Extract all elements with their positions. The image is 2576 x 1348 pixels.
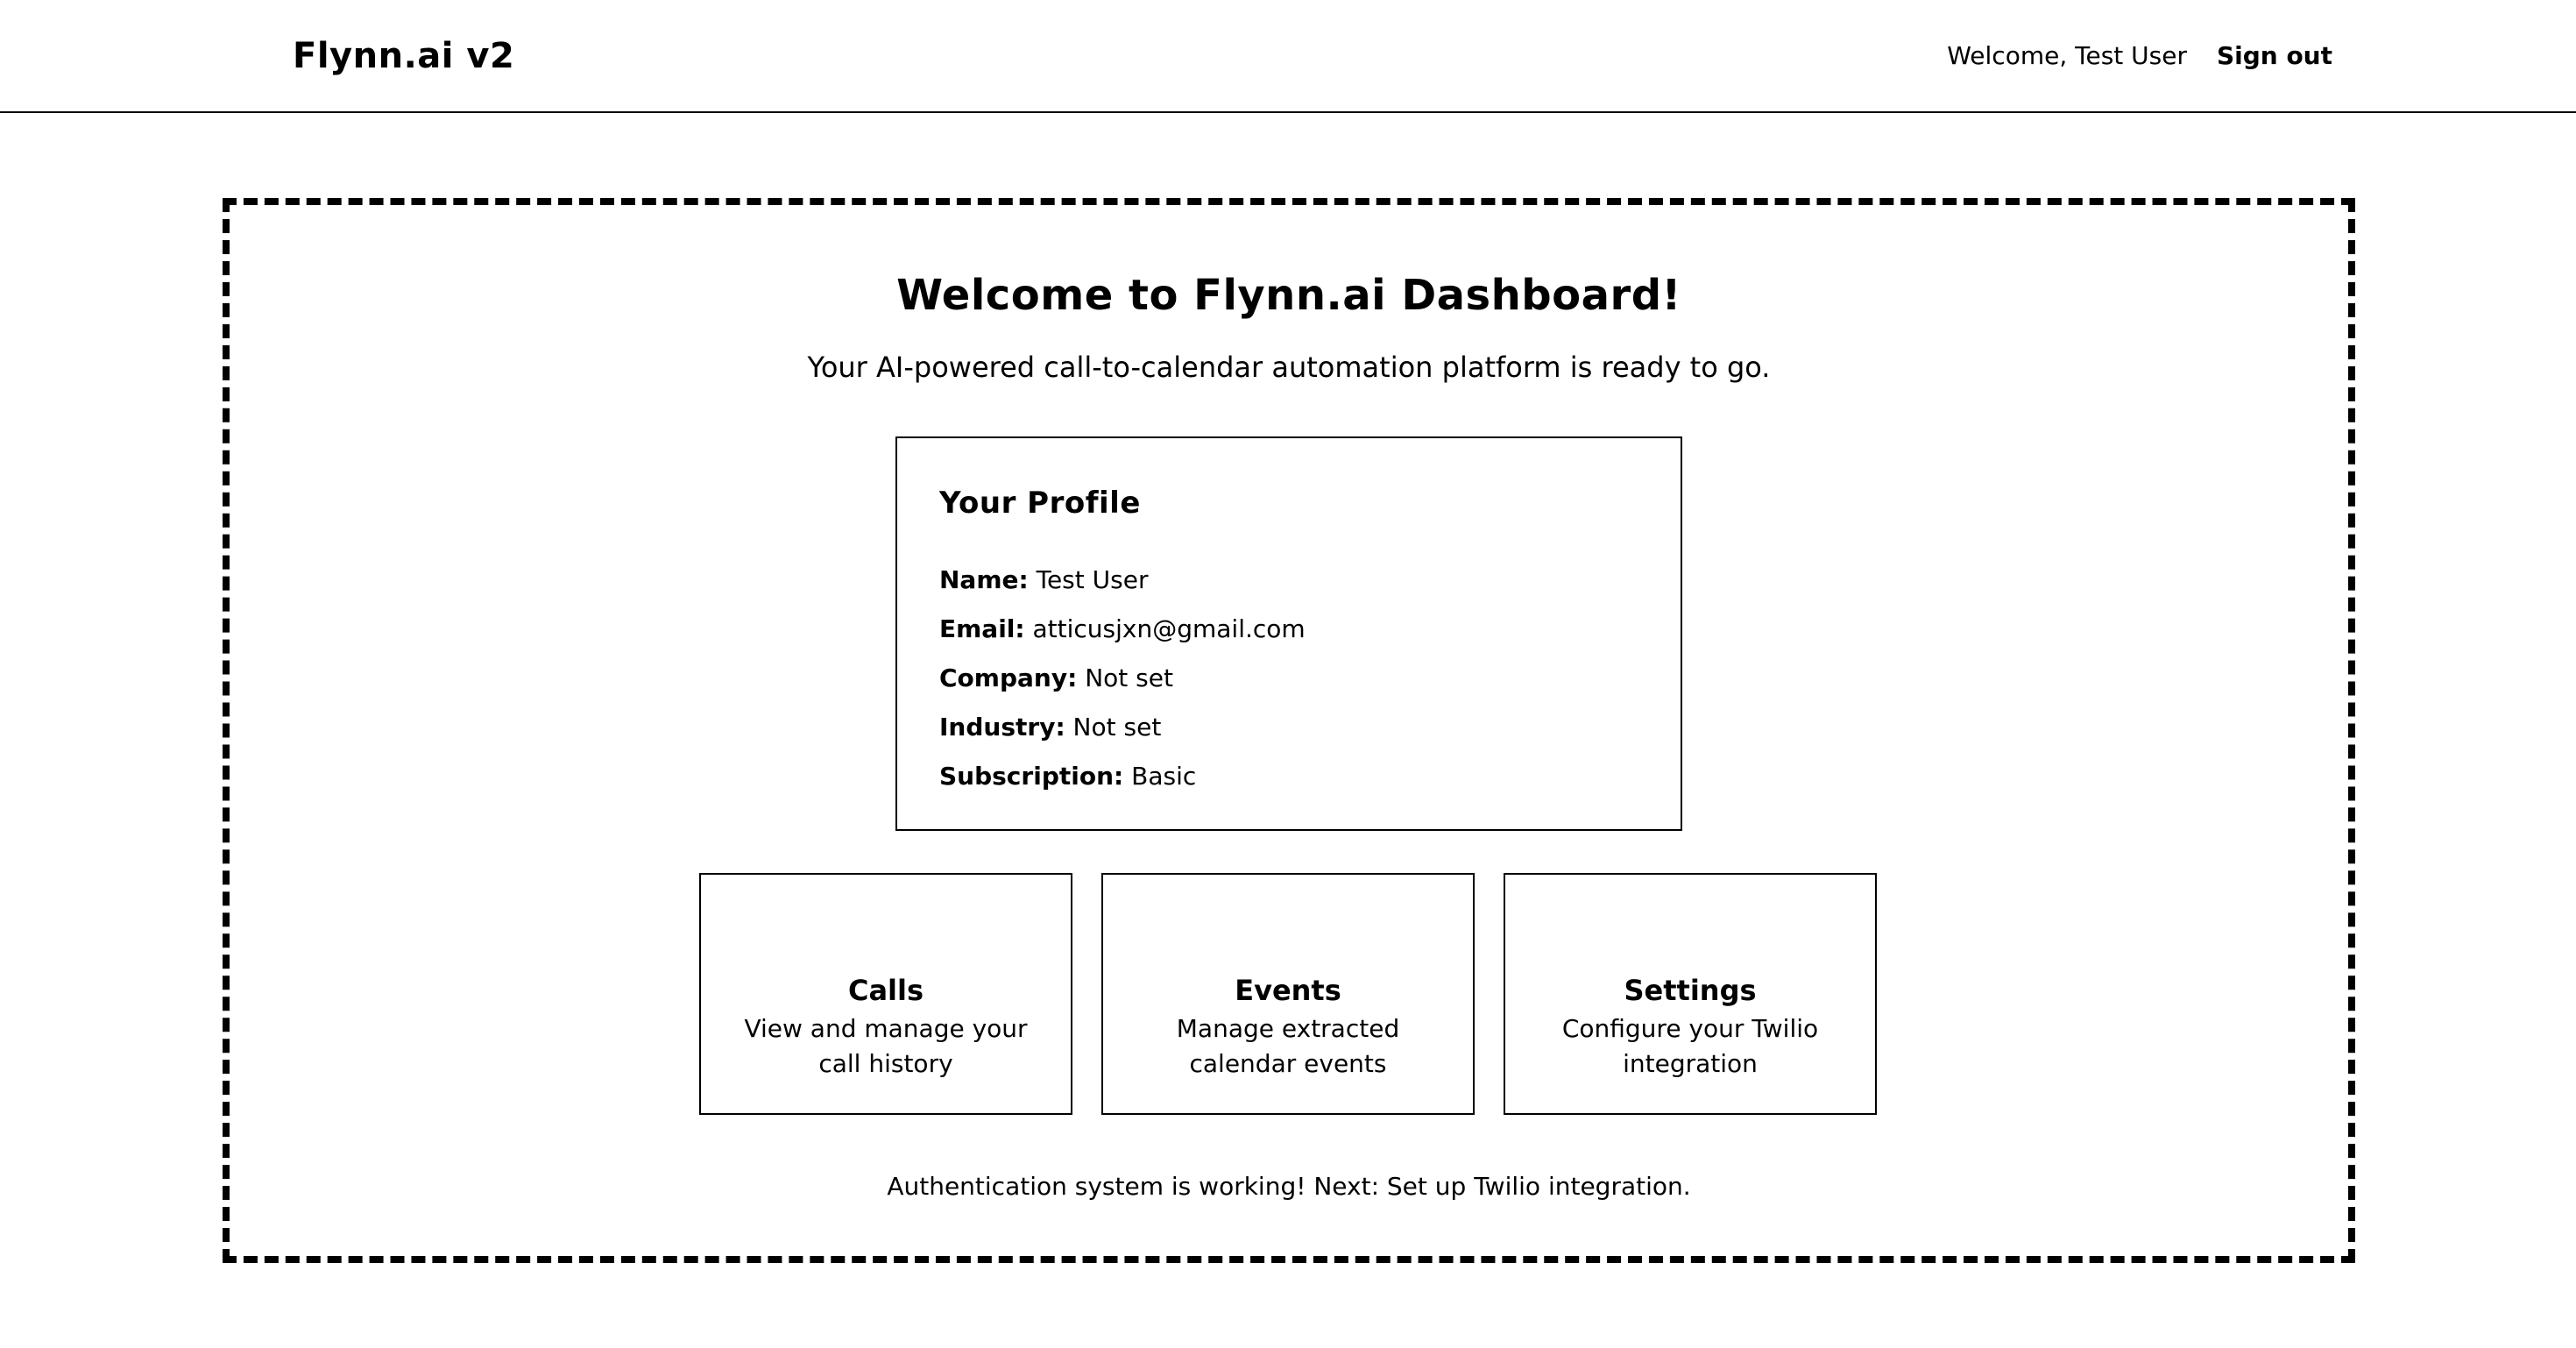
welcome-user-text: Welcome, Test User bbox=[1947, 41, 2187, 70]
profile-field-label: Company: bbox=[939, 663, 1078, 692]
events-card[interactable]: Events Manage extracted calendar events bbox=[1101, 873, 1475, 1115]
settings-card[interactable]: Settings Configure your Twilio integrati… bbox=[1504, 873, 1877, 1115]
profile-field-label: Industry: bbox=[939, 713, 1065, 741]
profile-field-subscription: Subscription: Basic bbox=[939, 752, 1306, 801]
brand-logo-text[interactable]: Flynn.ai v2 bbox=[293, 32, 514, 81]
dashboard-panel: Welcome to Flynn.ai Dashboard! Your AI-p… bbox=[223, 198, 2355, 1263]
top-navigation-bar: Flynn.ai v2 Welcome, Test User Sign out bbox=[0, 0, 2576, 113]
profile-field-value: Basic bbox=[1131, 762, 1197, 791]
events-card-description: Manage extracted calendar events bbox=[1176, 1014, 1400, 1078]
profile-field-email: Email: atticusjxn@gmail.com bbox=[939, 605, 1306, 654]
calls-card-description: View and manage your call history bbox=[744, 1014, 1028, 1078]
settings-card-description: Configure your Twilio integration bbox=[1561, 1014, 1819, 1078]
profile-field-list: Name: Test User Email: atticusjxn@gmail.… bbox=[939, 556, 1306, 801]
events-card-title: Events bbox=[1235, 974, 1341, 1007]
page-title: Welcome to Flynn.ai Dashboard! bbox=[896, 271, 1681, 320]
profile-field-company: Company: Not set bbox=[939, 654, 1306, 703]
profile-field-label: Name: bbox=[939, 565, 1029, 594]
profile-field-value: atticusjxn@gmail.com bbox=[1032, 614, 1306, 643]
profile-title: Your Profile bbox=[939, 486, 1141, 521]
status-note: Authentication system is working! Next: … bbox=[887, 1172, 1691, 1201]
calls-card-title: Calls bbox=[847, 974, 924, 1007]
profile-field-value: Not set bbox=[1072, 713, 1162, 741]
profile-field-label: Email: bbox=[939, 614, 1025, 643]
calls-card[interactable]: Calls View and manage your call history bbox=[699, 873, 1072, 1115]
profile-field-value: Not set bbox=[1085, 663, 1173, 692]
profile-field-label: Subscription: bbox=[939, 762, 1124, 791]
page-subtitle: Your AI-powered call-to-calendar automat… bbox=[807, 351, 1771, 384]
settings-card-title: Settings bbox=[1624, 974, 1757, 1007]
profile-field-value: Test User bbox=[1036, 565, 1149, 594]
sign-out-button[interactable]: Sign out bbox=[2217, 37, 2332, 75]
profile-field-industry: Industry: Not set bbox=[939, 703, 1306, 752]
profile-card: Your Profile Name: Test User Email: atti… bbox=[895, 436, 1682, 831]
profile-field-name: Name: Test User bbox=[939, 556, 1306, 605]
